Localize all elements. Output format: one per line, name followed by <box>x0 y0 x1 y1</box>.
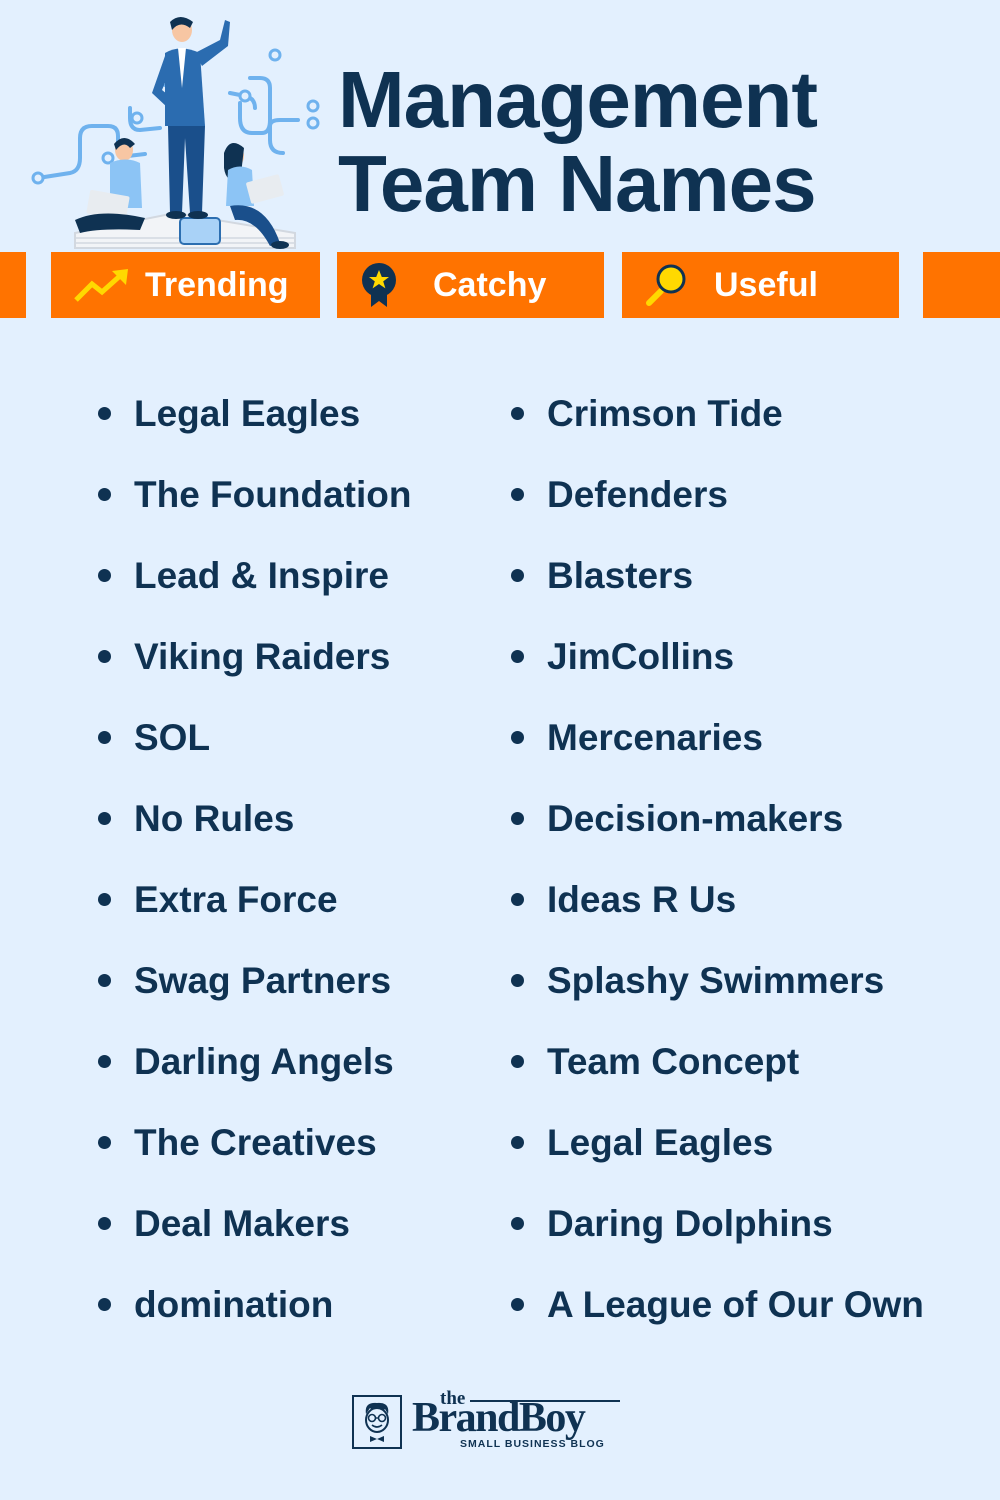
list-item: SOL <box>98 697 411 778</box>
team-name: Daring Dolphins <box>547 1202 833 1244</box>
bullet-icon <box>511 650 524 663</box>
brand-tagline: SMALL BUSINESS BLOG <box>460 1438 605 1450</box>
bullet-icon <box>98 407 111 420</box>
tag-band-stub-right <box>923 252 1000 318</box>
page-title: Management Team Names <box>338 55 818 228</box>
bullet-icon <box>511 407 524 420</box>
bullet-icon <box>98 731 111 744</box>
brandboy-wordmark: the BrandBoy SMALL BUSINESS BLOG <box>412 1388 642 1452</box>
bullet-icon <box>511 974 524 987</box>
team-name: Deal Makers <box>134 1202 350 1244</box>
team-name: No Rules <box>134 797 295 839</box>
brand-name: BrandBoy <box>412 1395 586 1441</box>
team-name: Splashy Swimmers <box>547 959 885 1001</box>
team-name: Mercenaries <box>547 716 763 758</box>
team-name: Darling Angels <box>134 1040 394 1082</box>
bullet-icon <box>511 488 524 501</box>
team-name: The Foundation <box>134 473 412 515</box>
tag-catchy[interactable]: Catchy <box>337 252 604 318</box>
tag-band-stub-left <box>0 252 26 318</box>
list-item: Extra Force <box>98 859 411 940</box>
bullet-icon <box>98 1055 111 1068</box>
team-name: Decision-makers <box>547 797 844 839</box>
list-item: Legal Eagles <box>98 373 411 454</box>
tag-band: Trending Catchy Useful <box>0 252 1000 318</box>
bullet-icon <box>511 569 524 582</box>
team-name: JimCollins <box>547 635 735 677</box>
team-name: Crimson Tide <box>547 392 783 434</box>
list-item: Mercenaries <box>511 697 924 778</box>
list-item: The Foundation <box>98 454 411 535</box>
names-list-left: Legal Eagles The Foundation Lead & Inspi… <box>98 373 411 1345</box>
team-name: Blasters <box>547 554 694 596</box>
tag-catchy-label: Catchy <box>433 265 547 304</box>
list-item: Deal Makers <box>98 1183 411 1264</box>
list-item: domination <box>98 1264 411 1345</box>
team-name: Legal Eagles <box>134 392 361 434</box>
list-item: Swag Partners <box>98 940 411 1021</box>
title-line-1: Management <box>338 55 818 144</box>
bullet-icon <box>98 1298 111 1311</box>
list-item: Blasters <box>511 535 924 616</box>
title-line-2: Team Names <box>338 139 817 228</box>
bullet-icon <box>511 1217 524 1230</box>
list-item: Team Concept <box>511 1021 924 1102</box>
bullet-icon <box>511 1136 524 1149</box>
list-item: Crimson Tide <box>511 373 924 454</box>
team-name: Ideas R Us <box>547 878 737 920</box>
bullet-icon <box>98 488 111 501</box>
tag-trending[interactable]: Trending <box>51 252 320 318</box>
bullet-icon <box>98 1136 111 1149</box>
list-item: Lead & Inspire <box>98 535 411 616</box>
team-name: Defenders <box>547 473 728 515</box>
list-item: JimCollins <box>511 616 924 697</box>
list-item: Splashy Swimmers <box>511 940 924 1021</box>
team-name: domination <box>134 1283 334 1325</box>
team-name: Extra Force <box>134 878 338 920</box>
bullet-icon <box>511 812 524 825</box>
bullet-icon <box>98 650 111 663</box>
magnifying-glass-icon <box>642 262 692 308</box>
list-item: Daring Dolphins <box>511 1183 924 1264</box>
bullet-icon <box>511 893 524 906</box>
list-item: A League of Our Own <box>511 1264 924 1345</box>
list-item: Viking Raiders <box>98 616 411 697</box>
tag-useful-label: Useful <box>714 265 818 304</box>
team-name: Swag Partners <box>134 959 392 1001</box>
names-list-right: Crimson Tide Defenders Blasters JimColli… <box>511 373 924 1345</box>
bullet-icon <box>511 1055 524 1068</box>
bullet-icon <box>98 1217 111 1230</box>
brandboy-mascot-icon <box>352 1395 402 1449</box>
bullet-icon <box>98 569 111 582</box>
team-name: Lead & Inspire <box>134 554 389 596</box>
bullet-icon <box>98 812 111 825</box>
team-name: Viking Raiders <box>134 635 391 677</box>
list-item: Legal Eagles <box>511 1102 924 1183</box>
award-ribbon-star-icon <box>359 262 399 308</box>
list-item: Darling Angels <box>98 1021 411 1102</box>
list-item: No Rules <box>98 778 411 859</box>
team-name: A League of Our Own <box>547 1283 924 1325</box>
list-item: Defenders <box>511 454 924 535</box>
tag-useful[interactable]: Useful <box>622 252 899 318</box>
trending-up-arrow-icon <box>71 267 131 303</box>
bullet-icon <box>511 731 524 744</box>
bullet-icon <box>98 974 111 987</box>
bullet-icon <box>98 893 111 906</box>
list-item: Ideas R Us <box>511 859 924 940</box>
list-item: The Creatives <box>98 1102 411 1183</box>
team-name: Legal Eagles <box>547 1121 774 1163</box>
bullet-icon <box>511 1298 524 1311</box>
tag-trending-label: Trending <box>145 265 289 304</box>
team-name: Team Concept <box>547 1040 800 1082</box>
team-name: SOL <box>134 716 211 758</box>
team-name: The Creatives <box>134 1121 377 1163</box>
brandboy-logo[interactable]: the BrandBoy SMALL BUSINESS BLOG <box>352 1388 642 1452</box>
management-team-illustration <box>30 8 320 253</box>
list-item: Decision-makers <box>511 778 924 859</box>
